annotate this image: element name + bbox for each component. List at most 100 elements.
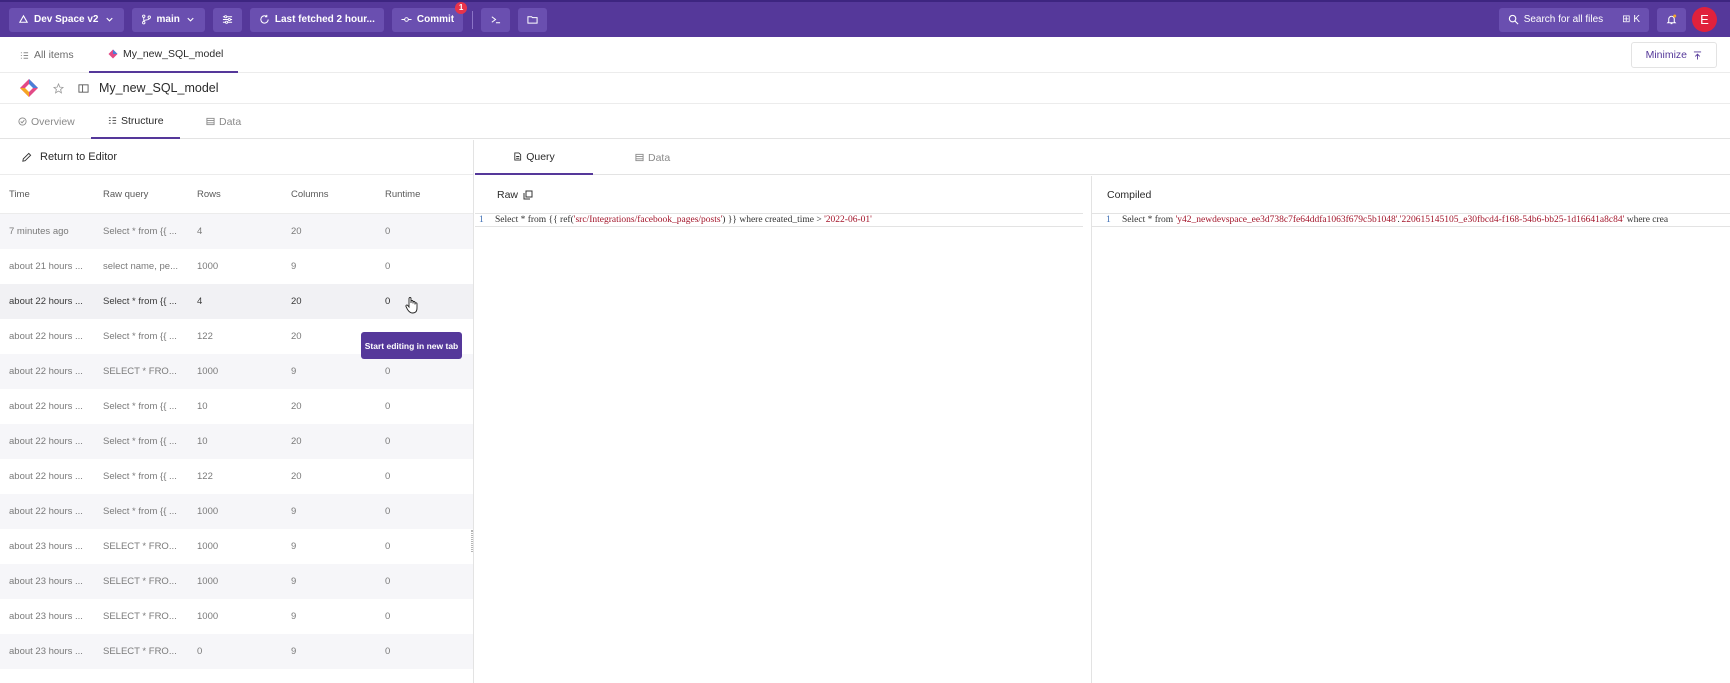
cell-rows: 10 xyxy=(197,401,208,412)
user-avatar[interactable]: E xyxy=(1692,7,1717,32)
cell-runtime: 0 xyxy=(385,646,391,657)
cell-rows: 1000 xyxy=(197,611,219,622)
cell-raw-query: Select * from {{ ... xyxy=(103,401,177,412)
cell-rows: 4 xyxy=(197,296,203,307)
tab-query[interactable]: Query xyxy=(475,140,593,175)
cell-runtime: 0 xyxy=(385,576,391,587)
hand-cursor-icon xyxy=(405,297,418,314)
table-icon xyxy=(206,117,215,126)
folder-button[interactable] xyxy=(518,7,548,32)
table-row[interactable]: about 22 hours ... Select * from {{ ... 10… xyxy=(0,494,473,529)
list-icon xyxy=(20,51,29,59)
tab-model-label: My_new_SQL_model xyxy=(123,48,224,60)
cell-raw-query: SELECT * FRO... xyxy=(103,366,177,377)
terminal-button[interactable] xyxy=(481,7,511,32)
bell-icon xyxy=(1666,14,1677,25)
cell-time: about 22 hours ... xyxy=(9,331,83,342)
cell-runtime: 0 xyxy=(385,471,391,482)
space-label: Dev Space v2 xyxy=(34,14,99,25)
cell-time: about 22 hours ... xyxy=(9,401,83,412)
tab-data[interactable]: Data xyxy=(206,104,241,139)
tab-model[interactable]: My_new_SQL_model xyxy=(89,37,238,73)
panel-resize-handle[interactable] xyxy=(471,530,473,552)
fetch-button[interactable]: Last fetched 2 hour... xyxy=(249,7,384,32)
commit-label: Commit xyxy=(416,14,455,25)
table-row[interactable]: about 22 hours ... SELECT * FRO... 1000 9 0 xyxy=(0,354,473,389)
view-tabs: Overview Structure Data xyxy=(0,104,1730,139)
cell-rows: 4 xyxy=(197,226,203,237)
branch-selector[interactable]: main xyxy=(131,7,205,32)
space-selector[interactable]: Dev Space v2 xyxy=(9,7,124,32)
top-bar-right: Search for all files ⊞ K E xyxy=(1498,2,1730,37)
cell-time: about 22 hours ... xyxy=(9,366,83,377)
table-row[interactable]: about 22 hours ... Select * from {{ ... 10… xyxy=(0,389,473,424)
tab-overview[interactable]: Overview xyxy=(18,104,75,139)
tab-query-label: Query xyxy=(526,150,555,163)
cell-columns: 9 xyxy=(291,366,297,377)
toolbar-divider xyxy=(472,10,474,29)
table-row[interactable]: about 22 hours ... Select * from {{ ... 10… xyxy=(0,424,473,459)
panel-icon[interactable] xyxy=(78,83,89,94)
item-tabs: All items My_new_SQL_model Minimize xyxy=(0,37,1730,73)
minimize-label: Minimize xyxy=(1645,49,1687,61)
cell-time: about 23 hours ... xyxy=(9,611,83,622)
document-icon xyxy=(514,152,522,161)
cell-columns: 20 xyxy=(291,226,302,237)
minimize-button[interactable]: Minimize xyxy=(1630,42,1717,68)
cell-columns: 9 xyxy=(291,261,297,272)
query-panel: Query Data Raw 1 Select * from {{ ref( '… xyxy=(475,140,1730,683)
tab-overview-label: Overview xyxy=(31,115,75,128)
col-time: Time xyxy=(9,188,30,200)
search-shortcut: ⊞ K xyxy=(1622,14,1640,25)
compiled-code-part: Select * from xyxy=(1122,215,1176,225)
cell-time: about 21 hours ... xyxy=(9,261,83,272)
compiled-code-editor[interactable]: 1 Select * from 'y42_newdevspace_ee3d738… xyxy=(1092,213,1730,227)
top-bar: Dev Space v2 main Last fetched 2 hour...… xyxy=(0,0,1730,37)
table-row[interactable]: about 22 hours ... Select * from {{ ... 12… xyxy=(0,459,473,494)
table-row[interactable]: about 23 hours ... SELECT * FRO... 1000 9 0 xyxy=(0,529,473,564)
tab-query-data-label: Data xyxy=(648,151,671,164)
cell-rows: 122 xyxy=(197,471,213,482)
compiled-code-string: '220615145105_e30fbcd4-f168-54b6-bb25-1d… xyxy=(1399,215,1625,225)
tab-structure[interactable]: Structure xyxy=(91,104,180,139)
raw-code-string: '2022-06-01' xyxy=(824,215,872,225)
table-row[interactable]: about 23 hours ... SELECT * FRO... 1000 9 0 xyxy=(0,599,473,634)
commit-badge: 1 xyxy=(455,1,468,14)
table-row[interactable]: about 23 hours ... SELECT * FRO... 0 9 0 xyxy=(0,634,473,669)
cell-runtime: 0 xyxy=(385,366,391,377)
table-row[interactable]: about 21 hours ... select name, pe... 1000… xyxy=(0,249,473,284)
search-files-button[interactable]: Search for all files ⊞ K xyxy=(1498,7,1649,32)
copy-icon[interactable] xyxy=(523,190,533,200)
col-columns: Columns xyxy=(291,188,329,200)
cell-rows: 1000 xyxy=(197,506,219,517)
tab-query-data[interactable]: Data xyxy=(635,140,670,175)
star-icon[interactable] xyxy=(53,82,64,94)
table-row[interactable]: 7 minutes ago Select * from {{ ... 4 20 0 xyxy=(0,214,473,249)
cell-time: about 23 hours ... xyxy=(9,576,83,587)
compiled-label: Compiled xyxy=(1107,188,1152,201)
return-to-editor-button[interactable]: Return to Editor xyxy=(0,140,473,175)
col-runtime: Runtime xyxy=(385,188,421,200)
cell-rows: 1000 xyxy=(197,261,219,272)
settings-button[interactable] xyxy=(212,7,242,32)
cell-time: about 22 hours ... xyxy=(9,471,83,482)
table-row[interactable]: about 22 hours ... Select * from {{ ... 4 2… xyxy=(0,284,473,319)
refresh-icon xyxy=(260,14,269,24)
raw-label: Raw xyxy=(497,188,519,201)
commit-button[interactable]: Commit 1 xyxy=(391,1,468,32)
raw-code-editor[interactable]: 1 Select * from {{ ref( 'src/Integration… xyxy=(475,213,1083,227)
cell-raw-query: SELECT * FRO... xyxy=(103,576,177,587)
tab-all-items[interactable]: All items xyxy=(20,37,74,73)
tooltip: Start editing in new tab xyxy=(361,332,462,359)
compiled-pane: Compiled 1 Select * from 'y42_newdevspac… xyxy=(1092,176,1730,683)
search-label: Search for all files xyxy=(1523,14,1604,25)
raw-header: Raw xyxy=(475,176,1091,213)
raw-code-part: ) }} where created_time > xyxy=(722,215,825,225)
notifications-button[interactable] xyxy=(1657,7,1686,32)
raw-code-part: Select * from {{ ref( xyxy=(495,215,574,225)
table-row[interactable]: about 23 hours ... SELECT * FRO... 1000 9 0 xyxy=(0,564,473,599)
cell-runtime: 0 xyxy=(385,296,391,307)
query-tabs: Query Data xyxy=(475,140,1730,175)
line-number: 1 xyxy=(1106,215,1111,225)
branch-label: main xyxy=(156,14,180,25)
